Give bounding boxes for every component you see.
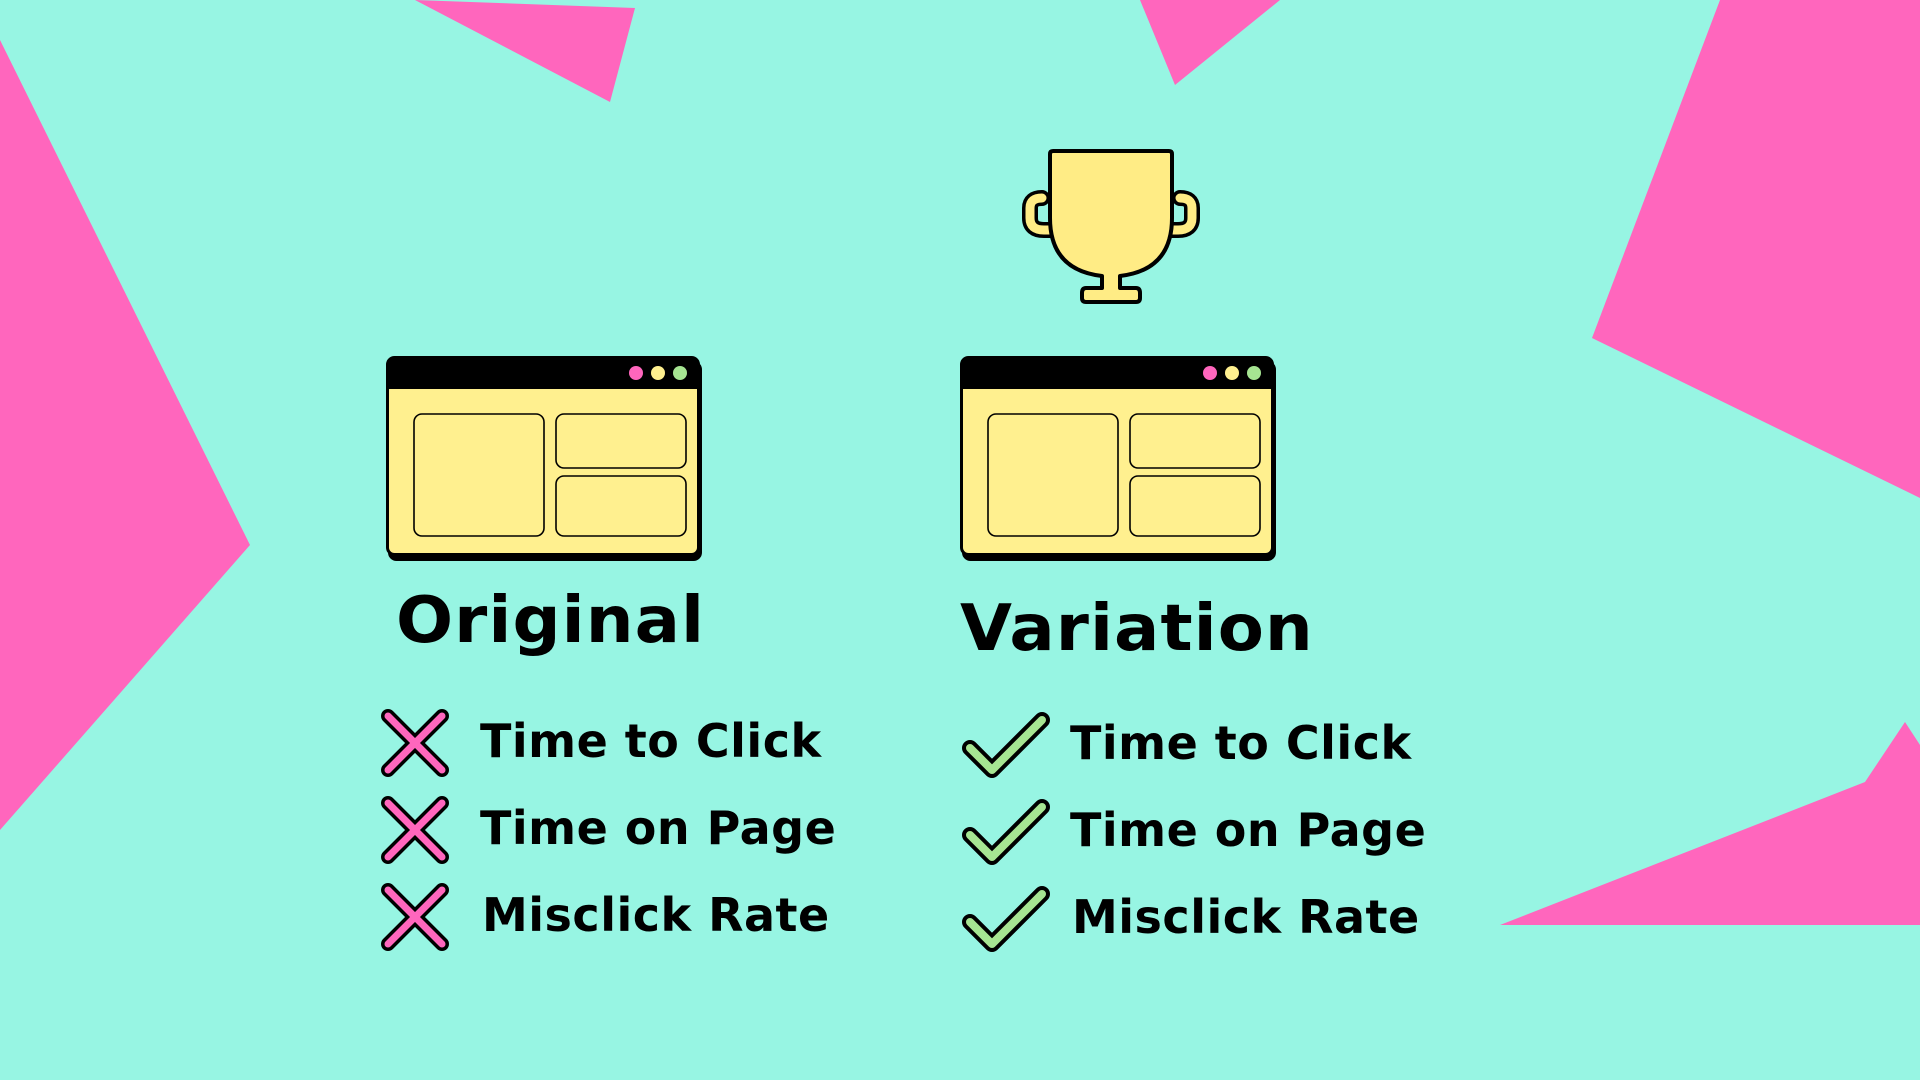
- trophy-icon: [1022, 149, 1200, 304]
- metric-label: Misclick Rate: [1072, 890, 1420, 944]
- checkmark-icon: [962, 799, 1050, 865]
- metric-label: Time on Page: [480, 801, 837, 855]
- original-window-illustration: [386, 356, 700, 556]
- bg-triangle-left: [0, 40, 250, 830]
- metric-label: Time on Page: [1070, 803, 1427, 857]
- window-dot-yellow: [1225, 366, 1239, 380]
- bg-triangle-bottom-right: [1500, 722, 1920, 925]
- window-dot-yellow: [651, 366, 665, 380]
- window-dot-pink: [1203, 366, 1217, 380]
- bg-triangle-top-center: [1140, 0, 1280, 85]
- window-dot-green: [673, 366, 687, 380]
- window-dot-green: [1247, 366, 1261, 380]
- checkmark-icon: [962, 886, 1050, 952]
- bg-triangle-top-left: [415, 0, 635, 102]
- bg-shape-right: [1592, 0, 1920, 498]
- original-title: Original: [396, 584, 706, 658]
- variation-window-illustration: [960, 356, 1274, 556]
- window-dot-pink: [629, 366, 643, 380]
- x-mark-icon: [381, 796, 449, 864]
- metric-label: Time to Click: [480, 714, 822, 768]
- metric-label: Misclick Rate: [482, 888, 830, 942]
- metric-label: Time to Click: [1070, 716, 1412, 770]
- x-mark-icon: [381, 709, 449, 777]
- x-mark-icon: [381, 883, 449, 951]
- checkmark-icon: [962, 712, 1050, 778]
- variation-title: Variation: [960, 592, 1314, 666]
